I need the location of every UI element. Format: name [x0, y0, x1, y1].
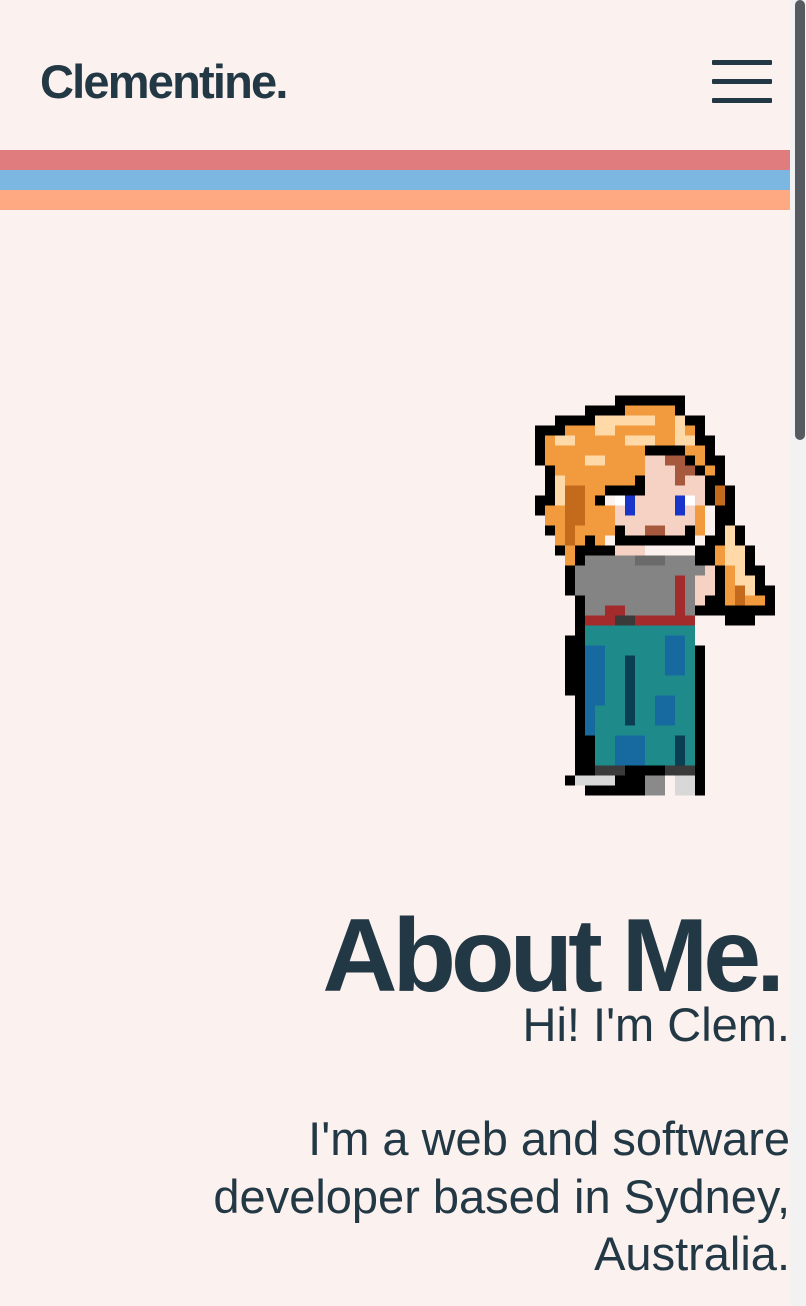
brand-logo[interactable]: Clementine.	[40, 58, 288, 105]
stripe-red	[0, 150, 790, 170]
pixel-art-character-image	[535, 395, 775, 796]
page: Clementine. About Me. Hi! I'm Clem. I'm …	[0, 0, 806, 1306]
intro-text: Hi! I'm Clem. I'm a web and software dev…	[150, 996, 790, 1282]
stripe-orange	[0, 190, 790, 210]
about-title: About Me.	[322, 897, 785, 1014]
site-header: Clementine.	[0, 0, 790, 150]
menu-line	[712, 98, 772, 103]
hamburger-menu-icon[interactable]	[710, 60, 772, 106]
menu-line	[712, 79, 772, 84]
scrollbar-thumb[interactable]	[795, 0, 805, 440]
stripe-blue	[0, 170, 790, 190]
greeting-text: Hi! I'm Clem.	[522, 998, 790, 1051]
bio-text: I'm a web and software developer based i…	[213, 1112, 790, 1280]
menu-line	[712, 60, 772, 65]
